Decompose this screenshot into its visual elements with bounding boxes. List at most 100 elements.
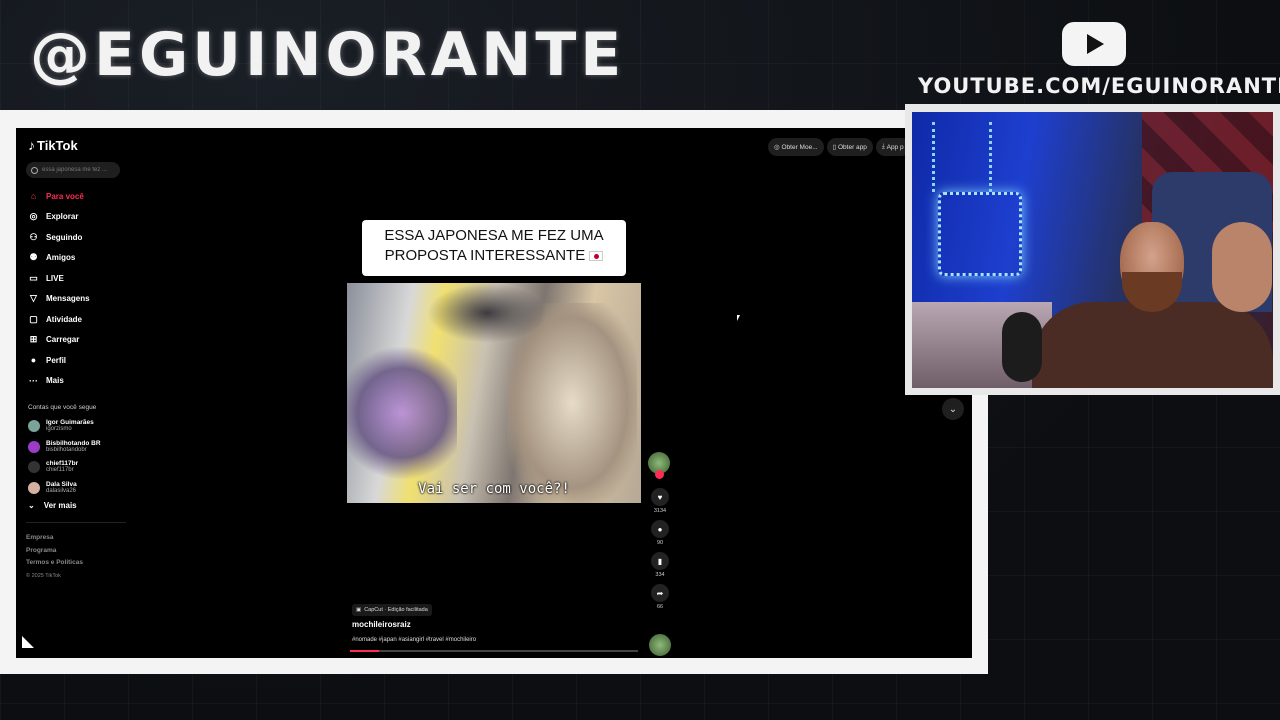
- video-subtitle: Vai ser com você?!: [418, 481, 570, 497]
- comment-icon[interactable]: ●: [651, 520, 669, 538]
- sidebar-item-label: Atividade: [46, 314, 83, 324]
- sidebar-item-atividade[interactable]: ▢ Atividade: [28, 309, 90, 330]
- see-more-label: Ver mais: [43, 501, 77, 510]
- like-action[interactable]: ♥ 3134: [648, 488, 672, 514]
- sidebar-item-mais[interactable]: ··· Mais: [28, 371, 90, 392]
- following-item[interactable]: Igor Guimarães igorzismo: [28, 416, 101, 437]
- search-bar[interactable]: [26, 162, 120, 178]
- webcam-scene: [1032, 302, 1273, 388]
- video-frame: [347, 343, 457, 483]
- heart-icon[interactable]: ♥: [651, 488, 669, 506]
- footer-link-program[interactable]: Programa: [26, 545, 83, 558]
- next-creator-avatar[interactable]: [649, 634, 671, 656]
- footer-link-terms[interactable]: Termos e Políticas: [26, 557, 83, 570]
- more-icon: ···: [29, 375, 38, 386]
- tiktok-logo-text: TikTok: [37, 137, 78, 153]
- following-item[interactable]: chief117br chief117br: [28, 457, 101, 478]
- video-actions: ♥ 3134 ● 90 ▮ 334 ➦ 66: [648, 452, 672, 616]
- share-count: 66: [656, 604, 664, 610]
- compass-icon: ◎: [29, 211, 38, 222]
- following-list: Igor Guimarães igorzismo Bisbilhotando BR b…: [28, 416, 101, 498]
- sidebar-item-label: LIVE: [46, 273, 64, 283]
- like-count: 3134: [653, 508, 667, 514]
- following-section-title: Contas que você segue: [28, 404, 97, 411]
- messages-icon: ▽: [30, 293, 37, 304]
- sidebar-item-seguindo[interactable]: ⚇ Seguindo: [28, 227, 90, 248]
- save-action[interactable]: ▮ 334: [648, 552, 672, 578]
- following-icon: ⚇: [29, 231, 38, 242]
- caption-line-2-wrap: PROPOSTA INTERESSANTE: [362, 246, 626, 266]
- creator-avatar[interactable]: [648, 452, 670, 479]
- search-input[interactable]: [42, 167, 117, 173]
- sidebar-item-label: Mais: [46, 376, 64, 386]
- get-coins-label: Obter Moe...: [781, 143, 818, 151]
- sidebar-item-perfil[interactable]: ● Perfil: [28, 350, 90, 371]
- corner-marker: [22, 636, 34, 648]
- bookmark-icon[interactable]: ▮: [651, 552, 669, 570]
- following-item[interactable]: Dala Silva dalasilva26: [28, 478, 101, 499]
- sidebar-item-amigos[interactable]: ⚉ Amigos: [28, 248, 90, 269]
- friends-icon: ⚉: [29, 252, 38, 263]
- following-names: chief117br chief117br: [46, 460, 78, 474]
- following-name: Bisbilhotando BR: [46, 439, 101, 447]
- coin-icon: ◎: [774, 144, 782, 151]
- webcam-scene: [932, 122, 992, 192]
- profile-icon: ●: [30, 355, 37, 366]
- share-action[interactable]: ➦ 66: [648, 584, 672, 610]
- sidebar-item-explorar[interactable]: ◎ Explorar: [28, 207, 90, 228]
- follow-plus-icon[interactable]: [655, 470, 664, 479]
- following-item[interactable]: Bisbilhotando BR bisbilhotandobr: [28, 437, 101, 458]
- get-coins-button[interactable]: ◎ Obter Moe...: [768, 138, 824, 156]
- footer-link-company[interactable]: Empresa: [26, 532, 83, 545]
- activity-icon: ▢: [29, 313, 38, 324]
- caption-line-2: PROPOSTA INTERESSANTE: [384, 247, 586, 264]
- avatar: [28, 420, 40, 433]
- see-more-button[interactable]: ⌄ Ver mais: [28, 501, 77, 510]
- following-handle: dalasilva26: [46, 487, 77, 494]
- video-player[interactable]: Vai ser com você?!: [347, 283, 641, 503]
- sidebar-item-mensagens[interactable]: ▽ Mensagens: [28, 289, 90, 310]
- video-caption-overlay: ESSA JAPONESA ME FEZ UMA PROPOSTA INTERE…: [362, 220, 626, 276]
- following-handle: chief117br: [46, 467, 74, 474]
- caption-line-1: ESSA JAPONESA ME FEZ UMA: [384, 227, 604, 244]
- following-name: chief117br: [46, 460, 79, 468]
- share-icon[interactable]: ➦: [651, 584, 669, 602]
- capcut-badge[interactable]: ▣ CapCut · Edição facilitada: [352, 604, 432, 616]
- save-count: 334: [655, 572, 665, 578]
- sidebar-item-para-voce[interactable]: ⌂ Para você: [28, 186, 90, 207]
- sidebar-item-label: Explorar: [46, 212, 79, 222]
- video-author[interactable]: mochileirosraiz: [352, 620, 411, 629]
- webcam-scene: [938, 192, 1022, 276]
- copyright: © 2025 TikTok: [26, 572, 61, 579]
- sidebar-item-label: Para você: [46, 191, 84, 201]
- tiktok-note-icon: ♪: [28, 137, 35, 153]
- video-progress-bar[interactable]: [350, 650, 638, 652]
- following-names: Dala Silva dalasilva26: [46, 481, 77, 495]
- sidebar-item-label: Amigos: [46, 253, 76, 263]
- comment-action[interactable]: ● 90: [648, 520, 672, 546]
- sidebar-item-label: Perfil: [46, 355, 67, 365]
- chevron-down-icon[interactable]: ⌄: [942, 398, 964, 420]
- video-hashtags[interactable]: #nomade #japan #asiangirl #travel #mochi…: [352, 637, 476, 643]
- progress-fill: [350, 650, 379, 652]
- live-icon: ▭: [29, 272, 38, 283]
- following-name: Dala Silva: [46, 480, 77, 488]
- sidebar-item-label: Seguindo: [46, 232, 83, 242]
- tiktok-page: ♪ TikTok ⌂ Para você ◎ Explorar ⚇ Seguindo ⚉ Am…: [16, 128, 972, 658]
- get-app-button[interactable]: ▯ Obter app: [826, 138, 873, 156]
- upload-icon: ⊞: [29, 334, 38, 345]
- webcam-scene: [1212, 222, 1272, 312]
- footer-links: Empresa Programa Termos e Políticas © 20…: [26, 532, 83, 582]
- following-name: Igor Guimarães: [46, 419, 94, 427]
- comment-count: 90: [656, 540, 664, 546]
- sidebar-item-live[interactable]: ▭ LIVE: [28, 268, 90, 289]
- tiktok-logo[interactable]: ♪ TikTok: [28, 137, 78, 153]
- video-frame: [427, 283, 547, 343]
- home-icon: ⌂: [30, 191, 37, 202]
- avatar: [28, 461, 40, 474]
- get-app-label: Obter app: [838, 143, 867, 151]
- following-names: Bisbilhotando BR bisbilhotandobr: [46, 440, 101, 454]
- youtube-icon: [1062, 22, 1126, 66]
- sidebar-nav: ⌂ Para você ◎ Explorar ⚇ Seguindo ⚉ Amigos ▭ LIVE…: [28, 186, 90, 391]
- sidebar-item-carregar[interactable]: ⊞ Carregar: [28, 330, 90, 351]
